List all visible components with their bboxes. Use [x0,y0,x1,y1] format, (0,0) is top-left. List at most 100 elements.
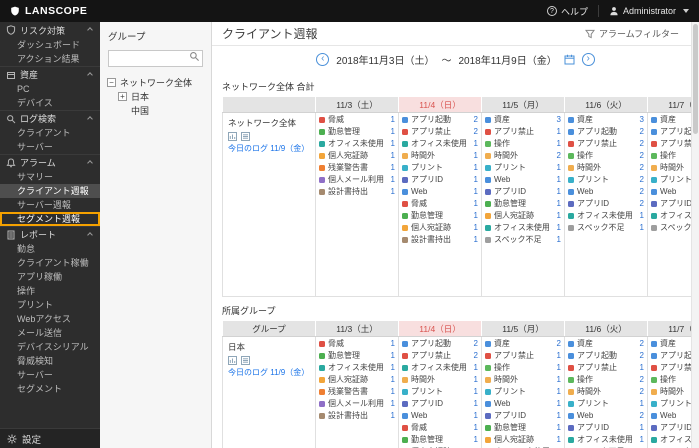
alarm-count[interactable]: 2 [557,338,561,349]
sidebar-item-勤怠[interactable]: 勤怠 [0,242,100,256]
sidebar-item-サーバー[interactable]: サーバー [0,368,100,382]
alarm-count[interactable]: 1 [391,374,395,385]
help-button[interactable]: ? ヘルプ [546,5,588,18]
tree-expander-icon[interactable]: − [107,78,116,87]
sidebar-item-セグメント週報[interactable]: セグメント週報 [0,212,100,226]
alarm-count[interactable]: 1 [474,362,478,373]
alarm-count[interactable]: 1 [391,138,395,149]
sidebar-item-デバイスシリアル[interactable]: デバイスシリアル [0,340,100,354]
alarm-count[interactable]: 3 [640,114,644,125]
alarm-count[interactable]: 1 [474,150,478,161]
alarm-count[interactable]: 1 [557,386,561,397]
alarm-count[interactable]: 2 [474,350,478,361]
sidebar-item-サーバー週報[interactable]: サーバー週報 [0,198,100,212]
sidebar-item-PC[interactable]: PC [0,82,100,96]
alarm-count[interactable]: 2 [640,386,644,397]
alarm-count[interactable]: 1 [557,422,561,433]
sidebar-item-脅威検知[interactable]: 脅威検知 [0,354,100,368]
sidebar-item-プリント[interactable]: プリント [0,298,100,312]
sidebar-item-サーバー[interactable]: サーバー [0,140,100,154]
alarm-count[interactable]: 2 [640,350,644,361]
alarm-filter-button[interactable]: アラームフィルター [584,27,679,40]
alarm-count[interactable]: 1 [557,234,561,245]
alarm-count[interactable]: 2 [640,338,644,349]
sidebar-item-デバイス[interactable]: デバイス [0,96,100,110]
sidebar-item-操作[interactable]: 操作 [0,284,100,298]
alarm-count[interactable]: 1 [391,162,395,173]
alarm-count[interactable]: 1 [557,186,561,197]
alarm-count[interactable]: 1 [557,138,561,149]
alarm-count[interactable]: 1 [557,198,561,209]
alarm-count[interactable]: 1 [391,398,395,409]
sidebar-item-セグメント[interactable]: セグメント [0,382,100,396]
alarm-count[interactable]: 1 [557,162,561,173]
alarm-count[interactable]: 1 [557,410,561,421]
sidebar-item-サマリー[interactable]: サマリー [0,170,100,184]
alarm-count[interactable]: 1 [474,434,478,445]
next-week-button[interactable]: › [581,52,595,66]
sidebar-item-メール送信[interactable]: メール送信 [0,326,100,340]
tree-expander-icon[interactable]: + [118,92,127,101]
calendar-icon[interactable] [564,54,575,65]
alarm-count[interactable]: 1 [474,422,478,433]
alarm-count[interactable]: 1 [557,174,561,185]
alarm-count[interactable]: 1 [474,138,478,149]
alarm-count[interactable]: 1 [391,410,395,421]
alarm-count[interactable]: 1 [557,434,561,445]
alarm-count[interactable]: 2 [640,162,644,173]
alarm-count[interactable]: 1 [640,362,644,373]
alarm-count[interactable]: 2 [640,186,644,197]
alarm-count[interactable]: 1 [557,126,561,137]
alarm-count[interactable]: 1 [391,362,395,373]
alarm-count[interactable]: 1 [640,434,644,445]
alarm-count[interactable]: 2 [474,338,478,349]
tree-item-ネットワーク全体[interactable]: − ネットワーク全体 [100,76,211,90]
alarm-count[interactable]: 2 [640,410,644,421]
alarm-count[interactable]: 1 [474,386,478,397]
alarm-count[interactable]: 2 [474,114,478,125]
today-log-link[interactable]: 今日のログ 11/9（金） [228,367,310,378]
sidebar-item-Webアクセス[interactable]: Webアクセス [0,312,100,326]
list-icon[interactable] [241,356,250,365]
sidebar-item-クライアント週報[interactable]: クライアント週報 [0,184,100,198]
alarm-count[interactable]: 1 [391,350,395,361]
search-icon[interactable] [189,51,200,62]
sidebar-item-クライアント[interactable]: クライアント [0,126,100,140]
sidebar-section-リスク対策[interactable]: リスク対策 [0,22,100,38]
alarm-count[interactable]: 2 [640,198,644,209]
alarm-count[interactable]: 1 [391,338,395,349]
alarm-count[interactable]: 2 [640,374,644,385]
list-icon[interactable] [241,132,250,141]
today-log-link[interactable]: 今日のログ 11/9（金） [228,143,310,154]
sidebar-section-資産[interactable]: 資産 [0,66,100,82]
alarm-count[interactable]: 1 [474,374,478,385]
alarm-count[interactable]: 1 [474,198,478,209]
sidebar-item-settings[interactable]: 設定 [0,428,100,448]
alarm-count[interactable]: 1 [474,174,478,185]
alarm-count[interactable]: 3 [557,114,561,125]
sidebar-section-アラーム[interactable]: アラーム [0,154,100,170]
alarm-count[interactable]: 1 [391,126,395,137]
sidebar-section-レポート[interactable]: レポート [0,226,100,242]
alarm-count[interactable]: 2 [474,126,478,137]
alarm-count[interactable]: 1 [557,374,561,385]
alarm-count[interactable]: 1 [474,410,478,421]
chart-icon[interactable] [228,356,237,365]
alarm-count[interactable]: 1 [474,210,478,221]
alarm-count[interactable]: 1 [640,422,644,433]
alarm-count[interactable]: 1 [474,222,478,233]
alarm-count[interactable]: 1 [557,350,561,361]
scrollbar-thumb[interactable] [693,24,698,134]
alarm-count[interactable]: 1 [391,174,395,185]
alarm-count[interactable]: 1 [391,386,395,397]
alarm-count[interactable]: 1 [557,210,561,221]
alarm-count[interactable]: 1 [640,210,644,221]
sidebar-section-ログ検索[interactable]: ログ検索 [0,110,100,126]
alarm-count[interactable]: 1 [640,222,644,233]
alarm-count[interactable]: 1 [474,186,478,197]
chart-icon[interactable] [228,132,237,141]
user-menu[interactable]: Administrator [609,6,689,16]
alarm-count[interactable]: 2 [640,150,644,161]
alarm-count[interactable]: 1 [474,234,478,245]
sidebar-item-アクション結果[interactable]: アクション結果 [0,52,100,66]
